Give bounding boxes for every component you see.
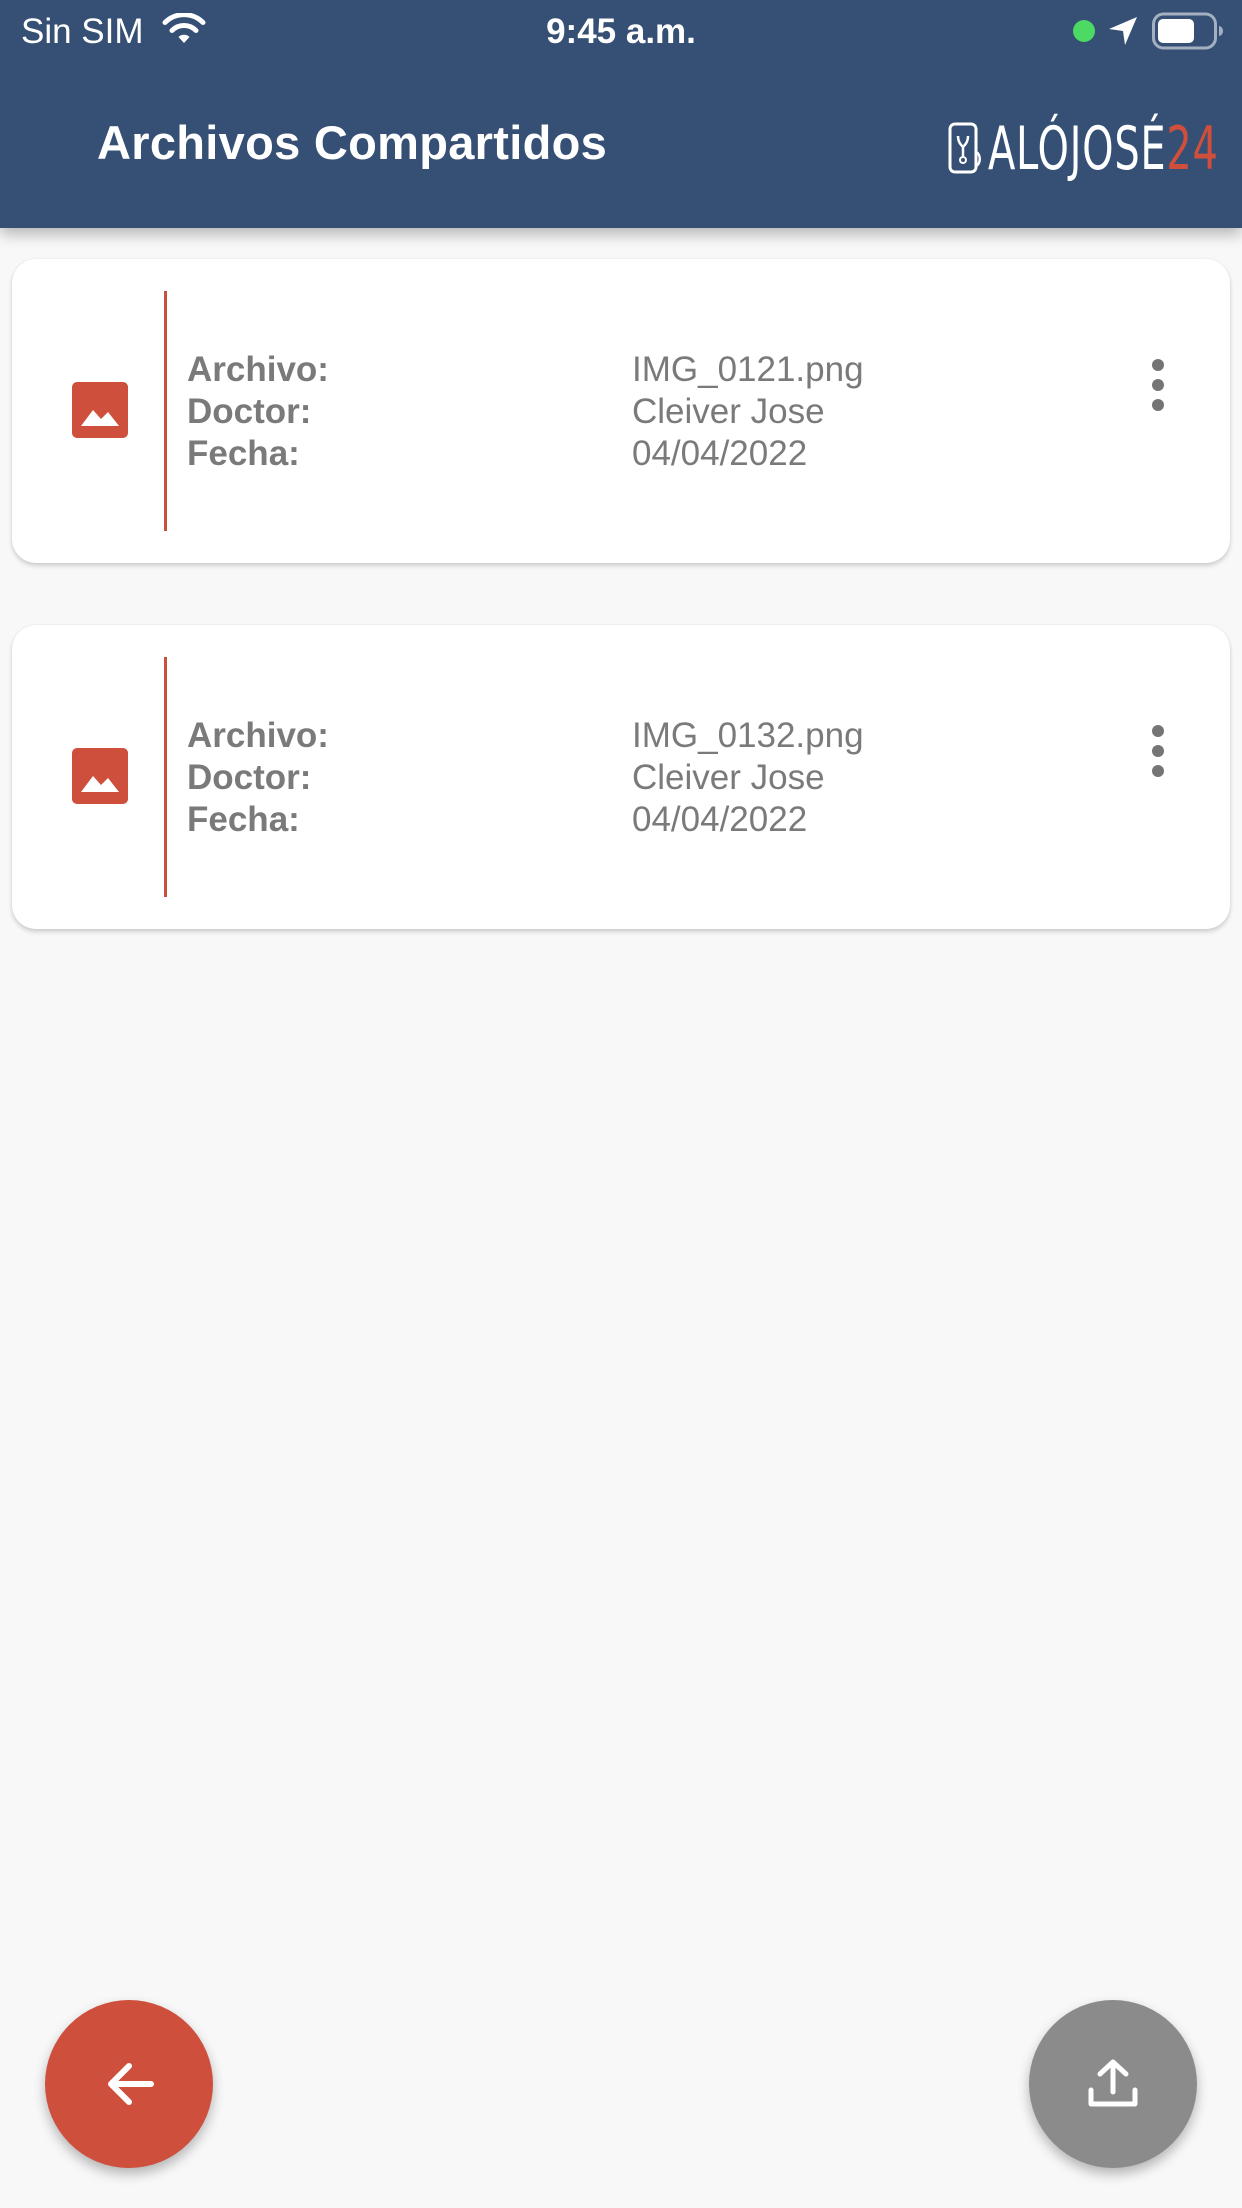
fecha-label: Fecha: (187, 434, 300, 473)
doctor-label: Doctor: (187, 758, 312, 797)
file-name: IMG_0121.png (632, 350, 864, 389)
status-time: 9:45 a.m. (546, 12, 696, 51)
logo-wordmark: ALÓJOSÉ24 (988, 114, 1219, 184)
image-icon (72, 748, 128, 804)
app-screen: Sin SIM 9:45 a.m. Archivos Compartidos A… (0, 0, 1242, 2208)
status-bar: Sin SIM 9:45 a.m. (0, 0, 1242, 64)
archivo-label: Archivo: (187, 716, 329, 755)
arrow-left-icon (108, 2063, 154, 2105)
more-vert-icon[interactable] (1132, 721, 1184, 781)
file-values: IMG_0121.png Cleiver Jose 04/04/2022 (632, 349, 864, 475)
doctor-label: Doctor: (187, 392, 312, 431)
file-labels: Archivo: Doctor: Fecha: (187, 349, 329, 475)
battery-icon (1152, 12, 1223, 50)
location-icon (1109, 17, 1137, 45)
file-labels: Archivo: Doctor: Fecha: (187, 715, 329, 841)
page-title: Archivos Compartidos (97, 116, 608, 169)
doctor-name: Cleiver Jose (632, 392, 825, 431)
archivo-label: Archivo: (187, 350, 329, 389)
shared-file-card[interactable]: Archivo: Doctor: Fecha: IMG_0121.png Cle… (12, 259, 1230, 563)
file-date: 04/04/2022 (632, 800, 808, 839)
app-header: Sin SIM 9:45 a.m. Archivos Compartidos A… (0, 0, 1242, 228)
upload-button[interactable] (1029, 2000, 1197, 2168)
more-vert-icon[interactable] (1132, 355, 1184, 415)
phone-stethoscope-icon (948, 122, 981, 174)
privacy-indicator-dot (1073, 20, 1095, 42)
file-name: IMG_0132.png (632, 716, 864, 755)
brand-logo: ALÓJOSÉ24 (948, 114, 1219, 184)
back-button[interactable] (45, 2000, 213, 2168)
doctor-name: Cleiver Jose (632, 758, 825, 797)
image-icon (72, 382, 128, 438)
file-date: 04/04/2022 (632, 434, 808, 473)
fecha-label: Fecha: (187, 800, 300, 839)
card-divider (164, 291, 167, 531)
card-divider (164, 657, 167, 897)
upload-icon (1088, 2059, 1138, 2107)
file-values: IMG_0132.png Cleiver Jose 04/04/2022 (632, 715, 864, 841)
shared-file-card[interactable]: Archivo: Doctor: Fecha: IMG_0132.png Cle… (12, 625, 1230, 929)
